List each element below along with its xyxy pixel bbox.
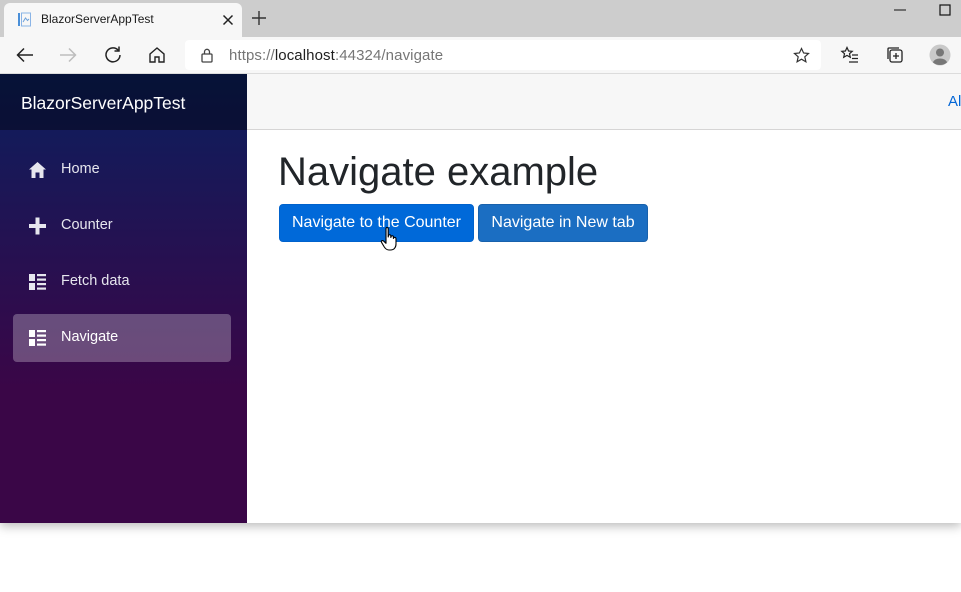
arrow-right-icon[interactable] [58,45,78,65]
home-icon[interactable] [147,45,167,65]
url-path: :44324/navigate [334,47,444,64]
navigate-to-counter-button[interactable]: Navigate to the Counter [279,204,474,242]
browser-tab[interactable]: BlazorServerAppTest [4,3,242,37]
sidebar-item-home[interactable]: Home [13,146,231,194]
url-text: https://localhost:44324/navigate [229,47,443,64]
brand-bar: BlazorServerAppTest [0,74,247,130]
list-rich-icon [29,274,46,290]
favorites-list-icon[interactable] [840,45,860,65]
sidebar-item-label: Home [61,161,100,177]
navigate-new-tab-button[interactable]: Navigate in New tab [478,204,648,242]
profile-icon[interactable] [929,44,951,66]
refresh-icon[interactable] [103,45,123,65]
url-scheme: https:// [229,47,275,64]
maximize-icon[interactable] [938,3,952,17]
url-host: localhost [274,47,335,64]
star-icon[interactable] [793,47,810,64]
page-viewport: BlazorServerAppTest Home Counter Fetch d… [0,74,961,523]
address-bar[interactable]: https://localhost:44324/navigate [185,40,821,70]
arrow-left-icon[interactable] [15,45,35,65]
page-favicon-icon [18,12,31,27]
browser-window: BlazorServerAppTest https://localhost:44… [0,0,961,523]
collections-icon[interactable] [885,45,905,65]
main-content: Al Navigate example Navigate to the Coun… [247,74,961,523]
browser-toolbar: https://localhost:44324/navigate [0,37,961,74]
home-icon [29,162,46,178]
sidebar-item-counter[interactable]: Counter [13,202,231,250]
close-icon[interactable] [220,12,236,28]
top-row: Al [247,74,961,130]
tab-strip: BlazorServerAppTest [0,0,961,37]
sidebar-item-fetch-data[interactable]: Fetch data [13,258,231,306]
minimize-icon[interactable] [893,4,907,16]
app-brand[interactable]: BlazorServerAppTest [21,93,185,114]
sidebar-item-label: Navigate [61,329,119,345]
about-link[interactable]: Al [948,93,961,110]
sidebar-item-navigate[interactable]: Navigate [13,314,231,362]
plus-icon [29,217,46,235]
plus-icon[interactable] [251,10,267,26]
sidebar-item-label: Fetch data [61,273,130,289]
page-title: Navigate example [278,150,599,194]
sidebar: BlazorServerAppTest Home Counter Fetch d… [0,74,247,523]
tab-title: BlazorServerAppTest [41,12,154,26]
list-rich-icon [29,330,46,346]
lock-icon[interactable] [199,47,215,63]
sidebar-item-label: Counter [61,217,113,233]
